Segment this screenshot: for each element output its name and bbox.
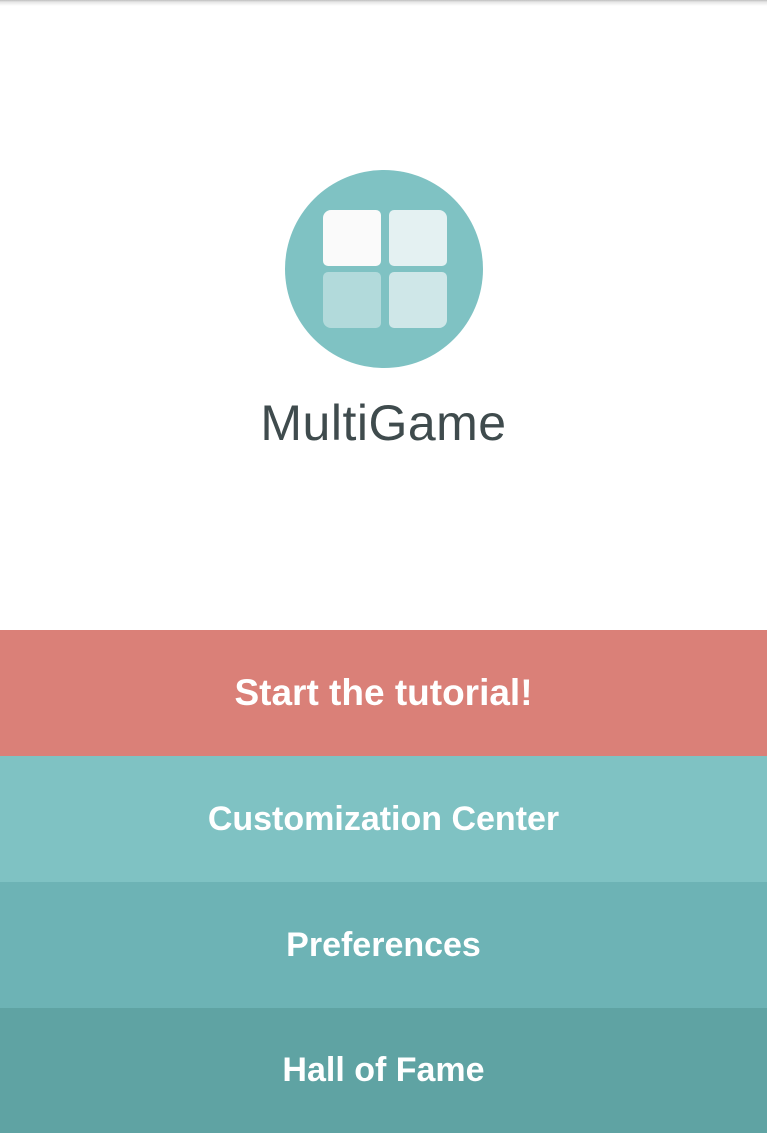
start-tutorial-button[interactable]: Start the tutorial! bbox=[0, 630, 767, 756]
hero-section: MultiGame bbox=[0, 0, 767, 630]
main-menu: Start the tutorial! Customization Center… bbox=[0, 630, 767, 1133]
logo-tile-bottom-right bbox=[389, 272, 447, 328]
customization-center-button[interactable]: Customization Center bbox=[0, 756, 767, 882]
logo-tile-top-right bbox=[389, 210, 447, 266]
logo-tile-bottom-left bbox=[323, 272, 381, 328]
logo-tile-top-left bbox=[323, 210, 381, 266]
four-square-grid-icon bbox=[285, 170, 483, 368]
logo-grid bbox=[323, 210, 447, 328]
preferences-label: Preferences bbox=[286, 925, 481, 964]
customization-center-label: Customization Center bbox=[207, 799, 560, 838]
preferences-button[interactable]: Preferences bbox=[0, 882, 767, 1008]
hall-of-fame-button[interactable]: Hall of Fame bbox=[0, 1008, 767, 1133]
app-title: MultiGame bbox=[260, 395, 507, 451]
start-tutorial-label: Start the tutorial! bbox=[234, 672, 533, 713]
hall-of-fame-label: Hall of Fame bbox=[282, 1051, 485, 1089]
